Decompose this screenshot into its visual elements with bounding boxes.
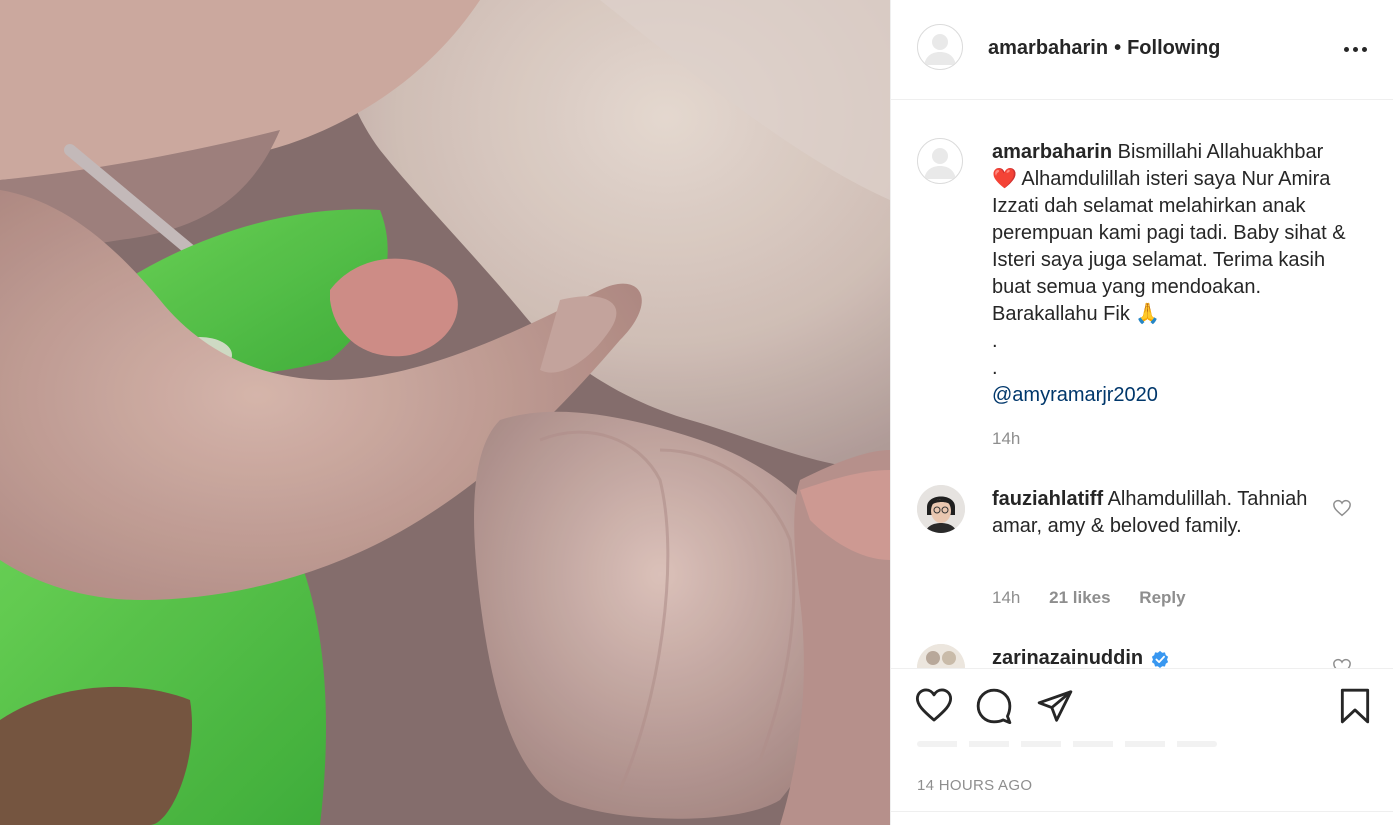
comment-like-heart-icon[interactable]: [1332, 499, 1352, 517]
default-avatar-icon: [918, 25, 962, 69]
caption-dot-1: .: [992, 330, 998, 352]
paper-plane-icon[interactable]: [1036, 687, 1076, 727]
comment-meta: 14h 21 likes Reply: [992, 588, 1210, 608]
comment-avatar-zarinazainuddin[interactable]: [917, 644, 965, 668]
caption-line1: Bismillahi Allahuakhbar: [1117, 141, 1324, 163]
comment-avatar-fauziahlatiff[interactable]: [917, 485, 965, 533]
separator-dot: •: [1114, 37, 1122, 59]
comment-username[interactable]: fauziahlatiff: [992, 488, 1103, 510]
comment-username-2[interactable]: zarinazainuddin: [992, 647, 1169, 668]
comment-likes-count[interactable]: 21 likes: [1049, 588, 1110, 607]
bookmark-icon[interactable]: [1336, 687, 1376, 727]
caption-timestamp[interactable]: 14h: [992, 429, 1020, 449]
divider: [891, 811, 1393, 812]
caption-mention-link[interactable]: @amyramarjr2020: [992, 384, 1158, 406]
author-username[interactable]: amarbaharin: [988, 37, 1108, 59]
post-author-line: amarbaharin • Following: [988, 37, 1220, 60]
heart-icon[interactable]: [915, 687, 955, 727]
caption-dot-2: .: [992, 357, 998, 379]
post-header: amarbaharin • Following: [891, 0, 1393, 100]
post-actions: 14 HOURS AGO: [891, 668, 1393, 825]
caption-avatar[interactable]: [917, 138, 963, 184]
comments-scroll-area[interactable]: amarbaharin Bismillahi Allahuakhbar ❤️ A…: [891, 101, 1393, 668]
user-photo-avatar: [917, 644, 965, 668]
author-avatar[interactable]: [917, 24, 963, 70]
user-photo-avatar: [917, 485, 965, 533]
comment-reply-button[interactable]: Reply: [1139, 588, 1185, 607]
verified-badge-icon: [1152, 650, 1169, 668]
comment-icon[interactable]: [975, 687, 1015, 727]
comment-text: fauziahlatiff Alhamdulillah. Tahniah ama…: [992, 486, 1312, 540]
caption-username[interactable]: amarbaharin: [992, 141, 1112, 163]
red-heart-emoji: ❤️: [992, 168, 1017, 190]
caption-body: Alhamdulillah isteri saya Nur Amira Izza…: [992, 168, 1352, 325]
comment-like-heart-icon[interactable]: [1332, 658, 1352, 668]
post-side-panel: amarbaharin • Following amarbaharin Bismil…: [890, 0, 1393, 825]
post-photo[interactable]: [0, 0, 890, 825]
praying-hands-emoji: 🙏: [1135, 303, 1161, 325]
follow-status-button[interactable]: Following: [1127, 37, 1220, 59]
likes-summary-placeholder: [917, 741, 1217, 747]
newborn-hand-photo: [0, 0, 890, 825]
comment-time[interactable]: 14h: [992, 588, 1020, 607]
post-timestamp[interactable]: 14 HOURS AGO: [917, 777, 1032, 794]
more-options-icon[interactable]: [1341, 36, 1371, 62]
caption-text: amarbaharin Bismillahi Allahuakhbar ❤️ A…: [992, 139, 1357, 409]
default-avatar-icon: [918, 139, 962, 183]
